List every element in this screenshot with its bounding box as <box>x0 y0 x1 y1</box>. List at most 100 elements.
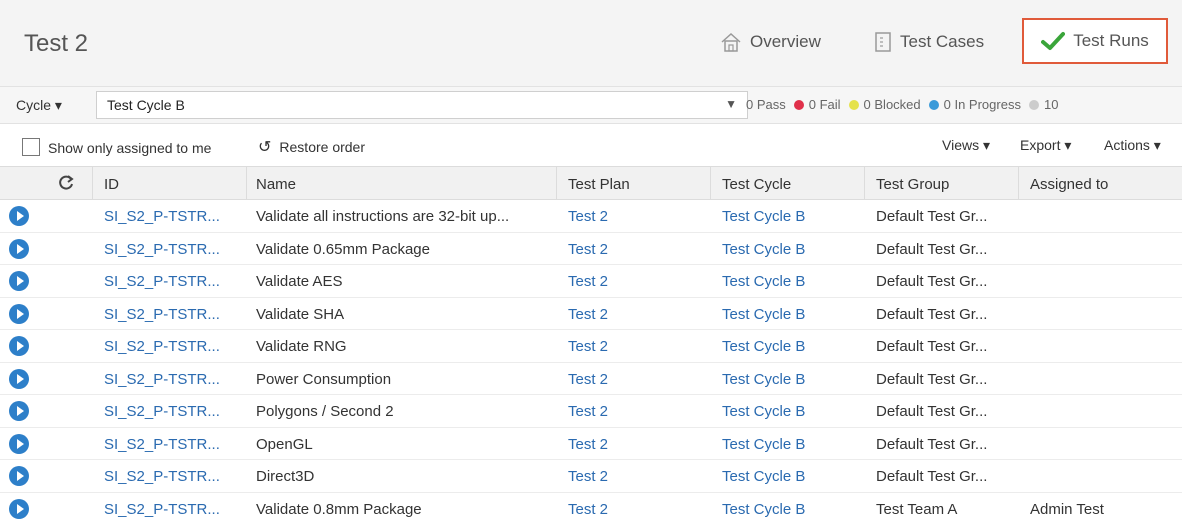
nav-test-cases[interactable]: Test Cases <box>874 22 984 62</box>
cell-test-cycle[interactable]: Test Cycle B <box>722 501 805 518</box>
cell-test-plan[interactable]: Test 2 <box>568 468 608 485</box>
cycle-dropdown-label[interactable]: Cycle ▾ <box>16 97 62 114</box>
refresh-icon[interactable] <box>56 173 76 197</box>
toolbar: Show only assigned to me ↺ Restore order… <box>0 124 1182 166</box>
cell-test-plan[interactable]: Test 2 <box>568 436 608 453</box>
cell-test-cycle[interactable]: Test Cycle B <box>722 371 805 388</box>
cell-test-plan[interactable]: Test 2 <box>568 501 608 518</box>
cell-test-group: Default Test Gr... <box>876 305 988 323</box>
cell-test-plan[interactable]: Test 2 <box>568 403 608 420</box>
show-assigned-label[interactable]: Show only assigned to me <box>48 140 211 156</box>
cell-test-plan[interactable]: Test 2 <box>568 241 608 258</box>
run-play-icon[interactable] <box>9 498 29 519</box>
cell-id[interactable]: SI_S2_P-TSTR... <box>104 436 220 453</box>
cell-name: Power Consumption <box>256 370 392 388</box>
cell-test-group: Default Test Gr... <box>876 208 988 225</box>
pass-count: 0 Pass <box>746 97 786 112</box>
cell-id[interactable]: SI_S2_P-TSTR... <box>104 306 220 323</box>
column-test-group[interactable]: Test Group <box>876 176 949 193</box>
run-play-icon[interactable] <box>9 433 29 454</box>
cell-id[interactable]: SI_S2_P-TSTR... <box>104 241 220 258</box>
cell-test-group: Default Test Gr... <box>876 403 988 420</box>
blocked-dot-icon <box>848 99 859 110</box>
cell-test-plan[interactable]: Test 2 <box>568 338 608 355</box>
cell-test-plan[interactable]: Test 2 <box>568 371 608 388</box>
table-row[interactable]: SI_S2_P-TSTR... Validate AES Test 2 Test Cy… <box>0 265 1182 298</box>
in-progress-dot-icon <box>928 99 939 110</box>
cycle-select[interactable]: Test Cycle B ▼ <box>96 91 748 119</box>
cell-name: Validate 0.65mm Package <box>256 240 430 258</box>
table-row[interactable]: SI_S2_P-TSTR... Polygons / Second 2 Test 2… <box>0 395 1182 428</box>
column-test-cycle[interactable]: Test Cycle <box>722 176 791 193</box>
column-name[interactable]: Name <box>256 176 296 193</box>
table-row[interactable]: SI_S2_P-TSTR... Validate 0.65mm Package Te… <box>0 233 1182 265</box>
cell-name: Validate SHA <box>256 305 345 323</box>
status-counts: 0 Pass 0 Fail 0 Blocked 0 In Progress 10 <box>746 97 1058 112</box>
fail-dot-icon <box>793 99 804 110</box>
table-row[interactable]: SI_S2_P-TSTR... Direct3D Test 2 Test Cycle … <box>0 460 1182 493</box>
run-play-icon[interactable] <box>9 336 29 356</box>
cycle-bar: Cycle ▾ Test Cycle B ▼ 0 Pass 0 Fail 0 B… <box>0 86 1182 124</box>
cell-id[interactable]: SI_S2_P-TSTR... <box>104 208 220 225</box>
cell-assigned-to: Admin Test <box>1030 500 1104 518</box>
undo-icon: ↺ <box>258 139 272 156</box>
show-assigned-checkbox[interactable] <box>22 138 40 156</box>
column-assigned-to[interactable]: Assigned to <box>1030 176 1108 193</box>
cell-test-cycle[interactable]: Test Cycle B <box>722 468 805 485</box>
run-play-icon[interactable] <box>9 238 29 259</box>
fail-count: 0 Fail <box>808 97 841 112</box>
run-play-icon[interactable] <box>9 401 29 421</box>
table-row[interactable]: SI_S2_P-TSTR... OpenGL Test 2 Test Cycle B D… <box>0 428 1182 460</box>
table-row[interactable]: SI_S2_P-TSTR... Validate SHA Test 2 Test Cy… <box>0 298 1182 330</box>
cell-name: OpenGL <box>256 435 313 453</box>
export-menu[interactable]: Export ▾ <box>1020 137 1071 154</box>
cell-id[interactable]: SI_S2_P-TSTR... <box>104 501 220 518</box>
run-play-icon[interactable] <box>9 271 29 291</box>
cell-test-plan[interactable]: Test 2 <box>568 273 608 290</box>
document-icon <box>874 31 892 53</box>
column-test-plan[interactable]: Test Plan <box>568 176 630 193</box>
cell-test-cycle[interactable]: Test Cycle B <box>722 241 805 258</box>
table-row[interactable]: SI_S2_P-TSTR... Power Consumption Test 2 Te… <box>0 363 1182 395</box>
restore-order-button[interactable]: ↺ Restore order <box>258 137 365 157</box>
cell-test-group: Default Test Gr... <box>876 468 988 485</box>
in-progress-count: 0 In Progress <box>943 97 1021 112</box>
actions-menu[interactable]: Actions ▾ <box>1104 137 1161 154</box>
cycle-select-value: Test Cycle B <box>107 97 185 113</box>
cell-test-cycle[interactable]: Test Cycle B <box>722 306 805 323</box>
chevron-down-icon: ▼ <box>725 97 737 111</box>
cell-id[interactable]: SI_S2_P-TSTR... <box>104 273 220 290</box>
cell-id[interactable]: SI_S2_P-TSTR... <box>104 371 220 388</box>
run-play-icon[interactable] <box>9 466 29 486</box>
cell-name: Validate all instructions are 32-bit up.… <box>256 208 510 225</box>
nav-test-runs[interactable]: Test Runs <box>1022 18 1168 64</box>
page-title: Test 2 <box>24 30 89 57</box>
run-play-icon[interactable] <box>9 368 29 389</box>
cell-name: Validate AES <box>256 273 343 290</box>
cell-id[interactable]: SI_S2_P-TSTR... <box>104 403 220 420</box>
cell-test-cycle[interactable]: Test Cycle B <box>722 436 805 453</box>
cell-id[interactable]: SI_S2_P-TSTR... <box>104 468 220 485</box>
cell-test-cycle[interactable]: Test Cycle B <box>722 338 805 355</box>
cell-test-cycle[interactable]: Test Cycle B <box>722 273 805 290</box>
run-play-icon[interactable] <box>9 206 29 226</box>
untested-count: 10 <box>1043 97 1059 112</box>
cell-test-cycle[interactable]: Test Cycle B <box>722 208 805 225</box>
column-id[interactable]: ID <box>104 176 119 193</box>
nav-overview[interactable]: Overview <box>720 22 821 62</box>
home-icon <box>720 31 742 53</box>
untested-dot-icon <box>1028 99 1039 110</box>
table-row[interactable]: SI_S2_P-TSTR... Validate RNG Test 2 Test Cy… <box>0 330 1182 363</box>
cell-test-group: Default Test Gr... <box>876 273 988 290</box>
nav-overview-label: Overview <box>750 32 821 51</box>
page-header: Test 2 Overview Test Cases Test Runs <box>0 0 1182 86</box>
table-row[interactable]: SI_S2_P-TSTR... Validate 0.8mm Package Tes… <box>0 493 1182 520</box>
table-row[interactable]: SI_S2_P-TSTR... Validate all instructions… <box>0 200 1182 233</box>
cell-id[interactable]: SI_S2_P-TSTR... <box>104 338 220 355</box>
cell-test-plan[interactable]: Test 2 <box>568 306 608 323</box>
cell-test-cycle[interactable]: Test Cycle B <box>722 403 805 420</box>
cell-test-plan[interactable]: Test 2 <box>568 208 608 225</box>
restore-order-label: Restore order <box>279 139 365 155</box>
run-play-icon[interactable] <box>9 303 29 324</box>
views-menu[interactable]: Views ▾ <box>942 137 990 154</box>
